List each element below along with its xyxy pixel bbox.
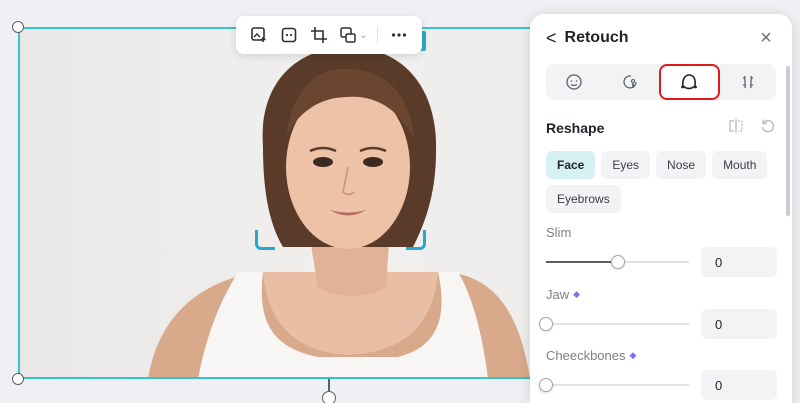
cheekbones-label-text: Cheeckbones (546, 348, 626, 363)
replace-image-icon[interactable] (335, 22, 361, 48)
reshape-icon (681, 74, 698, 90)
chip-eyes[interactable]: Eyes (601, 151, 651, 179)
resize-handle-bottom-left[interactable] (12, 373, 24, 385)
tab-face-retouch[interactable] (546, 64, 603, 100)
reshape-chip-group: Face Eyes Nose Mouth Eyebrows (546, 151, 782, 213)
panel-title: Retouch (564, 29, 629, 46)
slim-value-field[interactable]: 0 (701, 247, 777, 277)
slim-slider-fill (546, 261, 618, 263)
cheekbones-slider-track[interactable] (539, 378, 689, 392)
retouch-panel: < Retouch × Reshape Face Eyes Nose Mouth… (530, 14, 792, 403)
panel-header: < Retouch × (530, 14, 792, 62)
chip-nose[interactable]: Nose (656, 151, 707, 179)
panel-scrollbar[interactable] (786, 66, 790, 216)
jaw-value-field[interactable]: 0 (701, 309, 777, 339)
rotate-handle[interactable] (322, 391, 336, 403)
chip-mouth[interactable]: Mouth (712, 151, 768, 179)
jaw-slider-thumb[interactable] (539, 317, 553, 331)
close-icon[interactable]: × (756, 27, 776, 49)
cheekbones-value-field[interactable]: 0 (701, 370, 777, 400)
slim-label: Slim (546, 225, 778, 240)
chevron-down-icon[interactable]: ⌄ (359, 30, 369, 41)
slim-label-text: Slim (546, 225, 572, 240)
compare-icon[interactable] (728, 118, 744, 139)
premium-diamond-icon: ◆ (573, 289, 581, 299)
ai-expand-icon[interactable] (276, 22, 302, 48)
resize-handle-top-left[interactable] (12, 21, 24, 33)
tab-body[interactable] (720, 64, 777, 100)
premium-diamond-icon: ◆ (629, 350, 637, 360)
cheekbones-label: Cheeckbones ◆ (546, 348, 778, 363)
back-button[interactable]: < Retouch (546, 29, 629, 47)
rotate-handle-stem (328, 379, 330, 391)
slim-slider-block: Slim 0 (546, 225, 778, 277)
slim-slider-thumb[interactable] (610, 255, 625, 269)
jaw-slider-block: Jaw ◆ 0 (539, 287, 778, 339)
slim-slider-track[interactable] (546, 255, 689, 269)
retouch-category-tabs (546, 64, 776, 100)
reshape-section-header: Reshape (546, 118, 776, 138)
toolbar-divider (377, 26, 379, 44)
cheekbones-slider-block: Cheeckbones ◆ 0 (539, 348, 778, 400)
face-bracket-bottom-right (406, 230, 426, 250)
tab-reshape[interactable] (659, 64, 720, 100)
image-toolbar: ⌄ (236, 16, 422, 54)
reset-icon[interactable] (760, 118, 776, 139)
chevron-left-icon: < (546, 28, 557, 48)
jaw-label-text: Jaw (546, 287, 570, 302)
face-bracket-bottom-left (255, 230, 275, 250)
crop-icon[interactable] (306, 22, 332, 48)
beauty-icon (623, 75, 637, 89)
chip-face[interactable]: Face (546, 151, 596, 179)
body-icon (742, 75, 753, 89)
jaw-label: Jaw ◆ (546, 287, 778, 302)
cheekbones-slider-thumb[interactable] (539, 378, 553, 392)
add-image-icon[interactable] (246, 22, 272, 48)
jaw-slider-track[interactable] (539, 317, 689, 331)
more-icon[interactable] (386, 22, 412, 48)
tab-beauty[interactable] (603, 64, 660, 100)
section-title: Reshape (546, 120, 605, 136)
chip-eyebrows[interactable]: Eyebrows (546, 185, 621, 213)
face-retouch-icon (566, 74, 582, 90)
